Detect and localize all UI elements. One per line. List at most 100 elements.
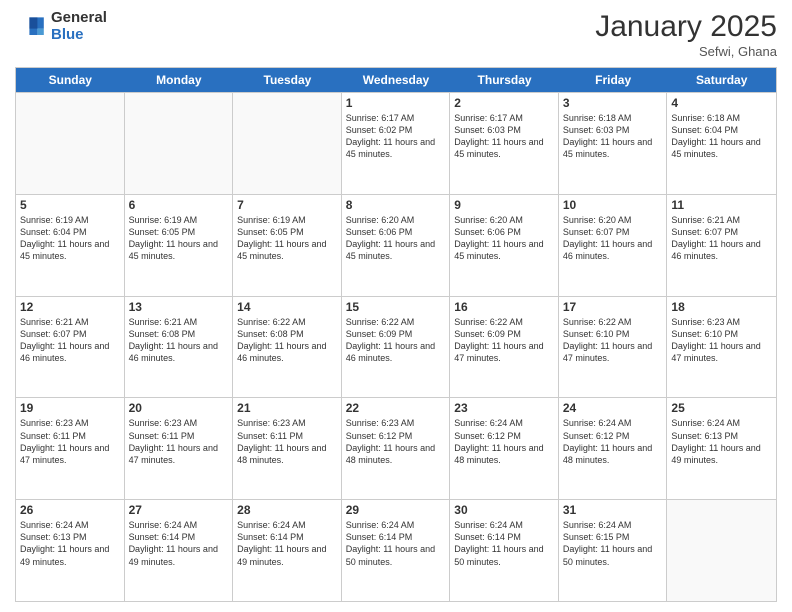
header-day-tuesday: Tuesday bbox=[233, 68, 342, 92]
header-day-monday: Monday bbox=[125, 68, 234, 92]
header-day-sunday: Sunday bbox=[16, 68, 125, 92]
day-number: 8 bbox=[346, 198, 446, 212]
day-number: 24 bbox=[563, 401, 663, 415]
calendar-row-3: 19 Sunrise: 6:23 AM Sunset: 6:11 PM Dayli… bbox=[16, 397, 776, 499]
calendar-cell-0-0 bbox=[16, 93, 125, 194]
cell-info: Sunrise: 6:24 AM Sunset: 6:14 PM Dayligh… bbox=[237, 519, 337, 568]
header-day-saturday: Saturday bbox=[667, 68, 776, 92]
cell-info: Sunrise: 6:22 AM Sunset: 6:08 PM Dayligh… bbox=[237, 316, 337, 365]
header-day-wednesday: Wednesday bbox=[342, 68, 451, 92]
calendar-header: SundayMondayTuesdayWednesdayThursdayFrid… bbox=[16, 68, 776, 92]
cell-info: Sunrise: 6:17 AM Sunset: 6:02 PM Dayligh… bbox=[346, 112, 446, 161]
calendar-cell-1-0: 5 Sunrise: 6:19 AM Sunset: 6:04 PM Daylig… bbox=[16, 195, 125, 296]
calendar-cell-2-3: 15 Sunrise: 6:22 AM Sunset: 6:09 PM Dayli… bbox=[342, 297, 451, 398]
cell-info: Sunrise: 6:22 AM Sunset: 6:09 PM Dayligh… bbox=[346, 316, 446, 365]
day-number: 2 bbox=[454, 96, 554, 110]
calendar-cell-1-3: 8 Sunrise: 6:20 AM Sunset: 6:06 PM Daylig… bbox=[342, 195, 451, 296]
header: General Blue January 2025 Sefwi, Ghana bbox=[15, 10, 777, 59]
logo-text: General Blue bbox=[51, 10, 107, 43]
logo-icon bbox=[15, 11, 47, 43]
day-number: 10 bbox=[563, 198, 663, 212]
cell-info: Sunrise: 6:19 AM Sunset: 6:04 PM Dayligh… bbox=[20, 214, 120, 263]
calendar-cell-0-3: 1Sunrise: 6:17 AM Sunset: 6:02 PM Daylig… bbox=[342, 93, 451, 194]
day-number: 20 bbox=[129, 401, 229, 415]
cell-info: Sunrise: 6:24 AM Sunset: 6:15 PM Dayligh… bbox=[563, 519, 663, 568]
header-day-friday: Friday bbox=[559, 68, 668, 92]
month-title: January 2025 bbox=[595, 10, 777, 44]
calendar-cell-4-1: 27Sunrise: 6:24 AM Sunset: 6:14 PM Dayli… bbox=[125, 500, 234, 601]
day-number: 12 bbox=[20, 300, 120, 314]
calendar-row-1: 5 Sunrise: 6:19 AM Sunset: 6:04 PM Daylig… bbox=[16, 194, 776, 296]
cell-info: Sunrise: 6:18 AM Sunset: 6:03 PM Dayligh… bbox=[563, 112, 663, 161]
day-number: 18 bbox=[671, 300, 772, 314]
calendar-cell-2-5: 17 Sunrise: 6:22 AM Sunset: 6:10 PM Dayli… bbox=[559, 297, 668, 398]
cell-info: Sunrise: 6:24 AM Sunset: 6:14 PM Dayligh… bbox=[129, 519, 229, 568]
day-number: 16 bbox=[454, 300, 554, 314]
day-number: 17 bbox=[563, 300, 663, 314]
day-number: 19 bbox=[20, 401, 120, 415]
day-number: 11 bbox=[671, 198, 772, 212]
calendar-cell-0-2 bbox=[233, 93, 342, 194]
calendar-cell-2-1: 13 Sunrise: 6:21 AM Sunset: 6:08 PM Dayli… bbox=[125, 297, 234, 398]
cell-info: Sunrise: 6:24 AM Sunset: 6:13 PM Dayligh… bbox=[671, 417, 772, 466]
cell-info: Sunrise: 6:20 AM Sunset: 6:07 PM Dayligh… bbox=[563, 214, 663, 263]
cell-info: Sunrise: 6:23 AM Sunset: 6:11 PM Dayligh… bbox=[237, 417, 337, 466]
logo-general: General bbox=[51, 10, 107, 27]
calendar-cell-1-1: 6 Sunrise: 6:19 AM Sunset: 6:05 PM Daylig… bbox=[125, 195, 234, 296]
cell-info: Sunrise: 6:24 AM Sunset: 6:13 PM Dayligh… bbox=[20, 519, 120, 568]
day-number: 13 bbox=[129, 300, 229, 314]
day-number: 14 bbox=[237, 300, 337, 314]
day-number: 26 bbox=[20, 503, 120, 517]
day-number: 28 bbox=[237, 503, 337, 517]
day-number: 5 bbox=[20, 198, 120, 212]
calendar-cell-2-0: 12Sunrise: 6:21 AM Sunset: 6:07 PM Dayli… bbox=[16, 297, 125, 398]
calendar-cell-1-4: 9 Sunrise: 6:20 AM Sunset: 6:06 PM Daylig… bbox=[450, 195, 559, 296]
calendar-cell-2-4: 16Sunrise: 6:22 AM Sunset: 6:09 PM Dayli… bbox=[450, 297, 559, 398]
day-number: 21 bbox=[237, 401, 337, 415]
calendar-cell-4-3: 29 Sunrise: 6:24 AM Sunset: 6:14 PM Dayli… bbox=[342, 500, 451, 601]
day-number: 23 bbox=[454, 401, 554, 415]
calendar-cell-1-2: 7 Sunrise: 6:19 AM Sunset: 6:05 PM Daylig… bbox=[233, 195, 342, 296]
calendar-cell-4-6 bbox=[667, 500, 776, 601]
calendar-row-4: 26 Sunrise: 6:24 AM Sunset: 6:13 PM Dayli… bbox=[16, 499, 776, 601]
cell-info: Sunrise: 6:17 AM Sunset: 6:03 PM Dayligh… bbox=[454, 112, 554, 161]
calendar-cell-3-4: 23 Sunrise: 6:24 AM Sunset: 6:12 PM Dayli… bbox=[450, 398, 559, 499]
calendar-cell-3-0: 19 Sunrise: 6:23 AM Sunset: 6:11 PM Dayli… bbox=[16, 398, 125, 499]
day-number: 15 bbox=[346, 300, 446, 314]
day-number: 31 bbox=[563, 503, 663, 517]
day-number: 22 bbox=[346, 401, 446, 415]
cell-info: Sunrise: 6:21 AM Sunset: 6:08 PM Dayligh… bbox=[129, 316, 229, 365]
cell-info: Sunrise: 6:24 AM Sunset: 6:12 PM Dayligh… bbox=[563, 417, 663, 466]
calendar-cell-3-2: 21 Sunrise: 6:23 AM Sunset: 6:11 PM Dayli… bbox=[233, 398, 342, 499]
cell-info: Sunrise: 6:23 AM Sunset: 6:12 PM Dayligh… bbox=[346, 417, 446, 466]
day-number: 30 bbox=[454, 503, 554, 517]
calendar-cell-2-2: 14 Sunrise: 6:22 AM Sunset: 6:08 PM Dayli… bbox=[233, 297, 342, 398]
calendar-cell-4-5: 31 Sunrise: 6:24 AM Sunset: 6:15 PM Dayli… bbox=[559, 500, 668, 601]
cell-info: Sunrise: 6:22 AM Sunset: 6:10 PM Dayligh… bbox=[563, 316, 663, 365]
cell-info: Sunrise: 6:20 AM Sunset: 6:06 PM Dayligh… bbox=[346, 214, 446, 263]
cell-info: Sunrise: 6:24 AM Sunset: 6:12 PM Dayligh… bbox=[454, 417, 554, 466]
calendar: SundayMondayTuesdayWednesdayThursdayFrid… bbox=[15, 67, 777, 602]
cell-info: Sunrise: 6:24 AM Sunset: 6:14 PM Dayligh… bbox=[454, 519, 554, 568]
calendar-cell-3-6: 25 Sunrise: 6:24 AM Sunset: 6:13 PM Dayli… bbox=[667, 398, 776, 499]
cell-info: Sunrise: 6:23 AM Sunset: 6:11 PM Dayligh… bbox=[20, 417, 120, 466]
cell-info: Sunrise: 6:24 AM Sunset: 6:14 PM Dayligh… bbox=[346, 519, 446, 568]
calendar-cell-1-6: 11Sunrise: 6:21 AM Sunset: 6:07 PM Dayli… bbox=[667, 195, 776, 296]
day-number: 4 bbox=[671, 96, 772, 110]
location-subtitle: Sefwi, Ghana bbox=[595, 44, 777, 59]
cell-info: Sunrise: 6:23 AM Sunset: 6:11 PM Dayligh… bbox=[129, 417, 229, 466]
calendar-row-2: 12Sunrise: 6:21 AM Sunset: 6:07 PM Dayli… bbox=[16, 296, 776, 398]
day-number: 3 bbox=[563, 96, 663, 110]
cell-info: Sunrise: 6:20 AM Sunset: 6:06 PM Dayligh… bbox=[454, 214, 554, 263]
logo-blue: Blue bbox=[51, 27, 107, 44]
calendar-cell-4-4: 30 Sunrise: 6:24 AM Sunset: 6:14 PM Dayli… bbox=[450, 500, 559, 601]
day-number: 9 bbox=[454, 198, 554, 212]
cell-info: Sunrise: 6:19 AM Sunset: 6:05 PM Dayligh… bbox=[129, 214, 229, 263]
calendar-cell-0-4: 2 Sunrise: 6:17 AM Sunset: 6:03 PM Daylig… bbox=[450, 93, 559, 194]
day-number: 29 bbox=[346, 503, 446, 517]
cell-info: Sunrise: 6:18 AM Sunset: 6:04 PM Dayligh… bbox=[671, 112, 772, 161]
day-number: 25 bbox=[671, 401, 772, 415]
day-number: 7 bbox=[237, 198, 337, 212]
cell-info: Sunrise: 6:19 AM Sunset: 6:05 PM Dayligh… bbox=[237, 214, 337, 263]
day-number: 6 bbox=[129, 198, 229, 212]
